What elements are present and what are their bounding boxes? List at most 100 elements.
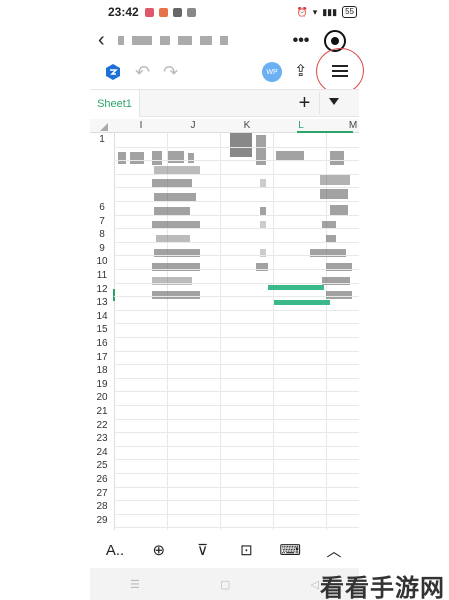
grid-line bbox=[114, 527, 359, 529]
keyboard-icon[interactable]: ⌨ bbox=[279, 541, 301, 559]
filter-sort-icon[interactable]: ⊽ bbox=[192, 541, 214, 559]
selection-highlight bbox=[268, 285, 324, 290]
cell-cursor bbox=[113, 289, 115, 301]
row-header[interactable]: 16 bbox=[90, 338, 114, 349]
grid-line bbox=[114, 473, 359, 474]
grid-line bbox=[114, 146, 359, 148]
back-icon[interactable]: ‹ bbox=[98, 30, 105, 50]
grid-line bbox=[114, 500, 359, 502]
row-header[interactable]: 18 bbox=[90, 365, 114, 376]
sheet-tab[interactable]: Sheet1 bbox=[90, 90, 140, 117]
insert-icon[interactable]: ⊕ bbox=[148, 541, 170, 559]
column-header[interactable]: J bbox=[186, 120, 200, 131]
alarm-icon: ⏰ bbox=[296, 6, 308, 17]
grid-line bbox=[114, 228, 359, 230]
grid-line bbox=[114, 405, 359, 406]
column-header[interactable]: I bbox=[134, 120, 148, 131]
row-header[interactable]: 9 bbox=[90, 243, 114, 254]
row-header[interactable]: 8 bbox=[90, 229, 114, 240]
grid-line bbox=[114, 391, 359, 393]
chevron-up-icon[interactable]: ︿ bbox=[323, 540, 345, 561]
selected-column-indicator bbox=[297, 131, 353, 133]
more-icon[interactable]: ••• bbox=[284, 32, 318, 50]
status-right: ⏰ ▾ ▮▮▮ 55 bbox=[296, 6, 357, 18]
grid-line bbox=[114, 337, 359, 338]
grid-line bbox=[114, 160, 359, 162]
row-header[interactable]: 6 bbox=[90, 202, 114, 213]
row-header[interactable]: 14 bbox=[90, 311, 114, 322]
back-nav-icon[interactable]: ◁ bbox=[310, 578, 318, 591]
row-header[interactable]: 1 bbox=[90, 134, 114, 145]
app-logo-icon bbox=[106, 64, 120, 80]
row-header[interactable]: 28 bbox=[90, 501, 114, 512]
home-icon[interactable]: ▢ bbox=[220, 578, 230, 591]
font-format-icon[interactable]: A.. bbox=[104, 542, 126, 559]
share-icon[interactable]: ⇪ bbox=[294, 61, 307, 81]
top-nav: ‹ ••• bbox=[0, 24, 449, 58]
grid-line bbox=[114, 309, 359, 311]
grid-line bbox=[114, 187, 359, 189]
undo-icon[interactable]: ↶ bbox=[135, 62, 150, 83]
row-header[interactable]: 27 bbox=[90, 488, 114, 499]
redo-icon[interactable]: ↷ bbox=[163, 62, 178, 83]
row-header[interactable]: 24 bbox=[90, 447, 114, 458]
grid-line bbox=[114, 445, 359, 447]
spreadsheet-grid[interactable]: I J K L M 1 6 7 8 9 10 11 12 13 14 15 16 17 18 19 20 21 2… bbox=[90, 119, 359, 530]
grid-line bbox=[114, 133, 115, 530]
notification-icons bbox=[144, 7, 196, 17]
row-header[interactable]: 25 bbox=[90, 460, 114, 471]
row-header[interactable]: 21 bbox=[90, 406, 114, 417]
watermark-text: 看看手游网 bbox=[320, 574, 445, 600]
grid-line bbox=[114, 201, 359, 202]
grid-line bbox=[114, 255, 359, 257]
selection-highlight bbox=[274, 300, 330, 305]
select-all-corner[interactable] bbox=[100, 123, 108, 131]
column-header[interactable]: M bbox=[346, 120, 359, 131]
grid-line bbox=[114, 269, 359, 270]
row-header[interactable]: 15 bbox=[90, 324, 114, 335]
row-header[interactable]: 26 bbox=[90, 474, 114, 485]
grid-line bbox=[114, 377, 359, 379]
battery-icon: 55 bbox=[342, 6, 357, 18]
row-header[interactable]: 12 bbox=[90, 284, 114, 295]
row-header[interactable]: 7 bbox=[90, 216, 114, 227]
grid-line bbox=[114, 432, 359, 434]
row-header[interactable]: 19 bbox=[90, 379, 114, 390]
grid-line bbox=[114, 350, 359, 352]
row-header[interactable]: 22 bbox=[90, 420, 114, 431]
avatar[interactable]: WP bbox=[262, 62, 282, 82]
row-header[interactable]: 17 bbox=[90, 352, 114, 363]
grid-line bbox=[114, 364, 359, 366]
grid-line bbox=[114, 241, 359, 243]
column-header[interactable]: K bbox=[240, 120, 254, 131]
status-time: 23:42 bbox=[108, 5, 139, 19]
grid-line bbox=[114, 513, 359, 515]
row-header[interactable]: 11 bbox=[90, 270, 114, 281]
app-notification-icon bbox=[158, 7, 168, 17]
app-notification-icon bbox=[172, 7, 182, 17]
row-header[interactable]: 20 bbox=[90, 392, 114, 403]
chevron-down-icon[interactable] bbox=[329, 98, 339, 105]
row-header[interactable]: 23 bbox=[90, 433, 114, 444]
column-header[interactable]: L bbox=[294, 120, 308, 131]
grid-line bbox=[114, 486, 359, 488]
grid-line bbox=[114, 418, 359, 420]
add-sheet-button[interactable]: + bbox=[290, 92, 320, 114]
recent-apps-icon[interactable]: ☰ bbox=[130, 578, 140, 591]
grid-line bbox=[114, 214, 359, 216]
row-header[interactable]: 13 bbox=[90, 297, 114, 308]
grid-line bbox=[220, 133, 221, 530]
grid-line bbox=[114, 296, 359, 298]
column-header-row: I J K L M bbox=[90, 119, 359, 133]
grid-line bbox=[114, 459, 359, 461]
status-bar: 23:42 ⏰ ▾ ▮▮▮ 55 bbox=[0, 0, 449, 24]
row-header[interactable]: 10 bbox=[90, 256, 114, 267]
document-title-blurred bbox=[118, 36, 228, 45]
sheet-tab-bar: Sheet1 + bbox=[90, 89, 359, 117]
find-icon[interactable]: ⊡ bbox=[235, 541, 257, 559]
row-header[interactable]: 29 bbox=[90, 515, 114, 526]
grid-line bbox=[273, 133, 274, 530]
bottom-toolbar: A.. ⊕ ⊽ ⊡ ⌨ ︿ bbox=[90, 536, 359, 564]
grid-line bbox=[114, 323, 359, 325]
grid-line bbox=[114, 282, 359, 284]
